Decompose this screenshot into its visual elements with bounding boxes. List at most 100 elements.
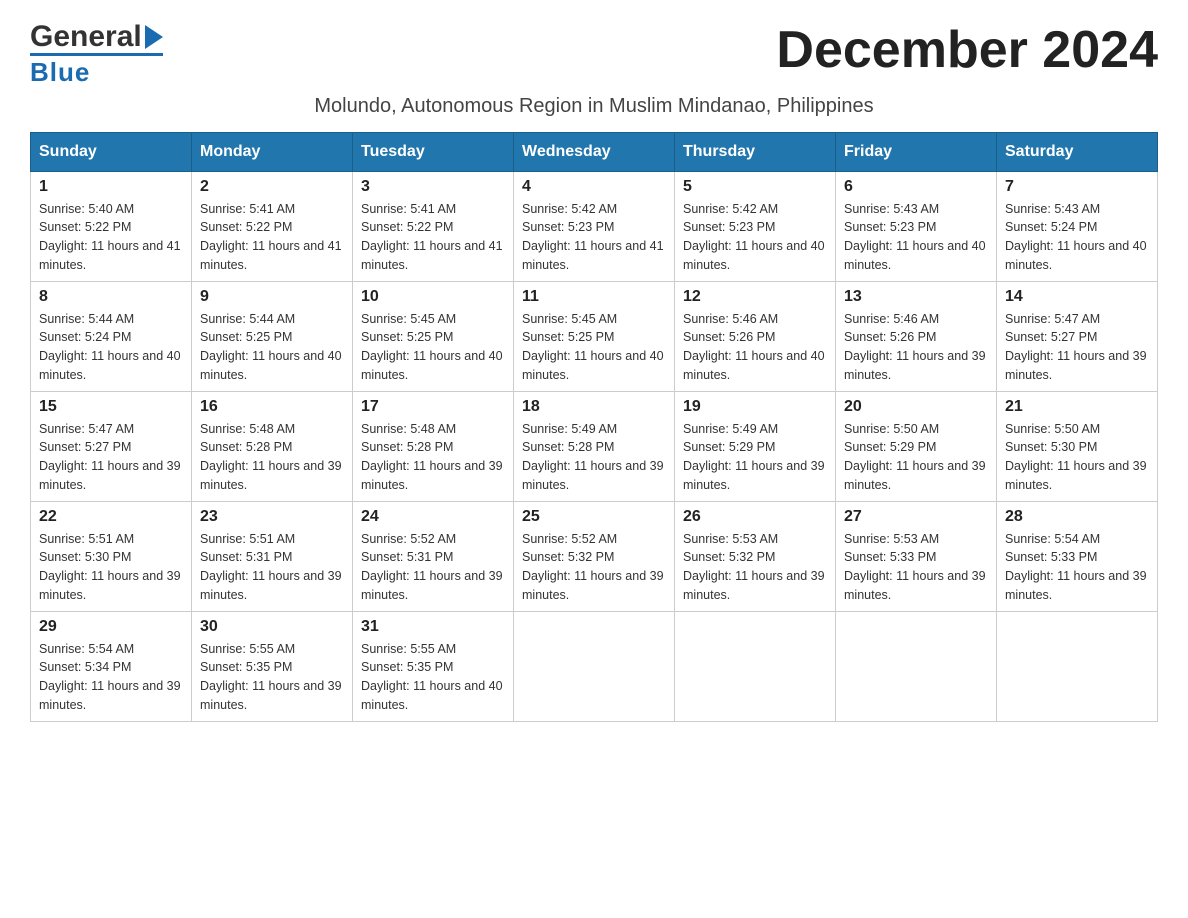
day-number: 27 (844, 508, 988, 526)
day-number: 11 (522, 288, 666, 306)
day-info: Sunrise: 5:54 AMSunset: 5:33 PMDaylight:… (1005, 532, 1147, 602)
calendar-day-cell: 31 Sunrise: 5:55 AMSunset: 5:35 PMDaylig… (353, 611, 514, 721)
day-info: Sunrise: 5:46 AMSunset: 5:26 PMDaylight:… (844, 312, 986, 382)
day-info: Sunrise: 5:50 AMSunset: 5:30 PMDaylight:… (1005, 422, 1147, 492)
calendar-day-cell (997, 611, 1158, 721)
calendar-day-cell: 5 Sunrise: 5:42 AMSunset: 5:23 PMDayligh… (675, 171, 836, 281)
day-info: Sunrise: 5:44 AMSunset: 5:25 PMDaylight:… (200, 312, 342, 382)
calendar-day-cell: 8 Sunrise: 5:44 AMSunset: 5:24 PMDayligh… (31, 281, 192, 391)
calendar-day-cell: 10 Sunrise: 5:45 AMSunset: 5:25 PMDaylig… (353, 281, 514, 391)
logo-general-text: General (30, 20, 142, 53)
day-info: Sunrise: 5:42 AMSunset: 5:23 PMDaylight:… (683, 202, 825, 272)
calendar-day-cell: 24 Sunrise: 5:52 AMSunset: 5:31 PMDaylig… (353, 501, 514, 611)
calendar-day-cell: 16 Sunrise: 5:48 AMSunset: 5:28 PMDaylig… (192, 391, 353, 501)
calendar-day-cell: 21 Sunrise: 5:50 AMSunset: 5:30 PMDaylig… (997, 391, 1158, 501)
col-wednesday: Wednesday (514, 132, 675, 171)
logo: General Blue (30, 20, 163, 87)
calendar-day-cell: 14 Sunrise: 5:47 AMSunset: 5:27 PMDaylig… (997, 281, 1158, 391)
day-info: Sunrise: 5:41 AMSunset: 5:22 PMDaylight:… (361, 202, 503, 272)
day-number: 29 (39, 618, 183, 636)
day-info: Sunrise: 5:42 AMSunset: 5:23 PMDaylight:… (522, 202, 664, 272)
day-info: Sunrise: 5:44 AMSunset: 5:24 PMDaylight:… (39, 312, 181, 382)
day-number: 25 (522, 508, 666, 526)
calendar-day-cell: 18 Sunrise: 5:49 AMSunset: 5:28 PMDaylig… (514, 391, 675, 501)
day-info: Sunrise: 5:54 AMSunset: 5:34 PMDaylight:… (39, 642, 181, 712)
calendar-day-cell (675, 611, 836, 721)
calendar-day-cell: 28 Sunrise: 5:54 AMSunset: 5:33 PMDaylig… (997, 501, 1158, 611)
calendar-day-cell: 23 Sunrise: 5:51 AMSunset: 5:31 PMDaylig… (192, 501, 353, 611)
day-number: 9 (200, 288, 344, 306)
day-info: Sunrise: 5:45 AMSunset: 5:25 PMDaylight:… (361, 312, 503, 382)
day-info: Sunrise: 5:53 AMSunset: 5:32 PMDaylight:… (683, 532, 825, 602)
calendar-day-cell (836, 611, 997, 721)
day-number: 15 (39, 398, 183, 416)
calendar-day-cell: 11 Sunrise: 5:45 AMSunset: 5:25 PMDaylig… (514, 281, 675, 391)
day-info: Sunrise: 5:48 AMSunset: 5:28 PMDaylight:… (200, 422, 342, 492)
day-number: 17 (361, 398, 505, 416)
calendar-day-cell: 19 Sunrise: 5:49 AMSunset: 5:29 PMDaylig… (675, 391, 836, 501)
day-number: 21 (1005, 398, 1149, 416)
calendar-day-cell: 1 Sunrise: 5:40 AMSunset: 5:22 PMDayligh… (31, 171, 192, 281)
day-number: 28 (1005, 508, 1149, 526)
calendar-day-cell: 2 Sunrise: 5:41 AMSunset: 5:22 PMDayligh… (192, 171, 353, 281)
calendar-table: Sunday Monday Tuesday Wednesday Thursday… (30, 132, 1158, 722)
day-number: 26 (683, 508, 827, 526)
calendar-day-cell: 29 Sunrise: 5:54 AMSunset: 5:34 PMDaylig… (31, 611, 192, 721)
day-number: 3 (361, 178, 505, 196)
day-number: 16 (200, 398, 344, 416)
day-number: 23 (200, 508, 344, 526)
calendar-day-cell: 25 Sunrise: 5:52 AMSunset: 5:32 PMDaylig… (514, 501, 675, 611)
calendar-day-cell: 22 Sunrise: 5:51 AMSunset: 5:30 PMDaylig… (31, 501, 192, 611)
logo-arrow-icon (145, 25, 163, 49)
col-thursday: Thursday (675, 132, 836, 171)
calendar-day-cell: 17 Sunrise: 5:48 AMSunset: 5:28 PMDaylig… (353, 391, 514, 501)
calendar-day-cell: 15 Sunrise: 5:47 AMSunset: 5:27 PMDaylig… (31, 391, 192, 501)
col-saturday: Saturday (997, 132, 1158, 171)
day-number: 12 (683, 288, 827, 306)
day-number: 18 (522, 398, 666, 416)
day-info: Sunrise: 5:49 AMSunset: 5:28 PMDaylight:… (522, 422, 664, 492)
day-info: Sunrise: 5:48 AMSunset: 5:28 PMDaylight:… (361, 422, 503, 492)
calendar-day-cell: 13 Sunrise: 5:46 AMSunset: 5:26 PMDaylig… (836, 281, 997, 391)
day-number: 6 (844, 178, 988, 196)
day-info: Sunrise: 5:51 AMSunset: 5:31 PMDaylight:… (200, 532, 342, 602)
calendar-week-row: 29 Sunrise: 5:54 AMSunset: 5:34 PMDaylig… (31, 611, 1158, 721)
day-info: Sunrise: 5:49 AMSunset: 5:29 PMDaylight:… (683, 422, 825, 492)
logo-blue-text: Blue (30, 53, 163, 87)
calendar-week-row: 22 Sunrise: 5:51 AMSunset: 5:30 PMDaylig… (31, 501, 1158, 611)
day-info: Sunrise: 5:52 AMSunset: 5:32 PMDaylight:… (522, 532, 664, 602)
calendar-day-cell: 30 Sunrise: 5:55 AMSunset: 5:35 PMDaylig… (192, 611, 353, 721)
calendar-day-cell: 27 Sunrise: 5:53 AMSunset: 5:33 PMDaylig… (836, 501, 997, 611)
calendar-day-cell: 26 Sunrise: 5:53 AMSunset: 5:32 PMDaylig… (675, 501, 836, 611)
calendar-week-row: 8 Sunrise: 5:44 AMSunset: 5:24 PMDayligh… (31, 281, 1158, 391)
day-number: 19 (683, 398, 827, 416)
day-info: Sunrise: 5:40 AMSunset: 5:22 PMDaylight:… (39, 202, 181, 272)
day-info: Sunrise: 5:43 AMSunset: 5:23 PMDaylight:… (844, 202, 986, 272)
calendar-week-row: 15 Sunrise: 5:47 AMSunset: 5:27 PMDaylig… (31, 391, 1158, 501)
day-info: Sunrise: 5:55 AMSunset: 5:35 PMDaylight:… (200, 642, 342, 712)
logo-line1: General (30, 20, 163, 53)
month-title: December 2024 (776, 20, 1158, 80)
day-number: 31 (361, 618, 505, 636)
day-info: Sunrise: 5:47 AMSunset: 5:27 PMDaylight:… (1005, 312, 1147, 382)
day-number: 10 (361, 288, 505, 306)
col-tuesday: Tuesday (353, 132, 514, 171)
day-info: Sunrise: 5:41 AMSunset: 5:22 PMDaylight:… (200, 202, 342, 272)
day-number: 13 (844, 288, 988, 306)
day-info: Sunrise: 5:46 AMSunset: 5:26 PMDaylight:… (683, 312, 825, 382)
day-info: Sunrise: 5:43 AMSunset: 5:24 PMDaylight:… (1005, 202, 1147, 272)
calendar-day-cell: 4 Sunrise: 5:42 AMSunset: 5:23 PMDayligh… (514, 171, 675, 281)
day-number: 14 (1005, 288, 1149, 306)
day-info: Sunrise: 5:52 AMSunset: 5:31 PMDaylight:… (361, 532, 503, 602)
calendar-day-cell (514, 611, 675, 721)
day-number: 7 (1005, 178, 1149, 196)
calendar-day-cell: 3 Sunrise: 5:41 AMSunset: 5:22 PMDayligh… (353, 171, 514, 281)
day-number: 2 (200, 178, 344, 196)
day-number: 1 (39, 178, 183, 196)
header: General Blue December 2024 (30, 20, 1158, 87)
day-number: 4 (522, 178, 666, 196)
day-number: 30 (200, 618, 344, 636)
day-info: Sunrise: 5:50 AMSunset: 5:29 PMDaylight:… (844, 422, 986, 492)
day-number: 22 (39, 508, 183, 526)
day-info: Sunrise: 5:47 AMSunset: 5:27 PMDaylight:… (39, 422, 181, 492)
